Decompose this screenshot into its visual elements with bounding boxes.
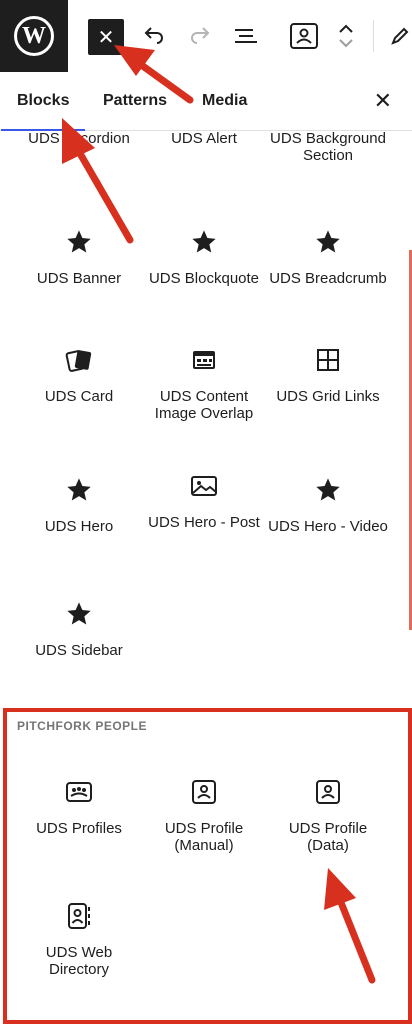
inserter-tabs: Blocks Patterns Media: [0, 72, 412, 131]
block-label: UDS Profile (Manual): [164, 820, 244, 854]
block-label: UDS Accordion: [28, 130, 130, 147]
undo-icon: [144, 27, 163, 44]
star-icon: [67, 478, 91, 501]
contact-book-icon: [68, 903, 90, 929]
block-uds-grid-links[interactable]: UDS Grid Links: [266, 346, 390, 405]
block-label: UDS Web Directory: [45, 944, 113, 978]
block-label: UDS Blockquote: [148, 270, 260, 287]
chevron-up-icon[interactable]: [338, 22, 354, 36]
undo-button[interactable]: [140, 22, 168, 50]
wordpress-logo-button[interactable]: W: [0, 0, 68, 72]
profile-card-icon: [316, 780, 340, 804]
block-label: UDS Sidebar: [35, 642, 123, 659]
block-uds-sidebar[interactable]: UDS Sidebar: [17, 600, 141, 659]
block-uds-web-directory[interactable]: UDS Web Directory: [17, 902, 141, 978]
block-uds-blockquote[interactable]: UDS Blockquote: [142, 228, 266, 287]
block-label: UDS Profile (Data): [288, 820, 368, 854]
block-uds-profile-data[interactable]: UDS Profile (Data): [266, 778, 390, 854]
block-uds-hero[interactable]: UDS Hero: [17, 476, 141, 535]
block-label: UDS Background Section: [270, 130, 386, 164]
block-uds-background-section[interactable]: UDS Background Section: [266, 130, 390, 164]
tab-patterns[interactable]: Patterns: [103, 72, 167, 130]
block-label: UDS Profiles: [36, 820, 122, 837]
image-icon: [191, 476, 217, 496]
redo-icon: [191, 27, 210, 44]
move-block-control[interactable]: [336, 16, 356, 56]
star-icon: [316, 478, 340, 501]
block-label: UDS Banner: [36, 270, 122, 287]
tab-media[interactable]: Media: [202, 72, 247, 130]
block-uds-accordion[interactable]: UDS Accordion: [17, 130, 141, 147]
block-label: UDS Hero: [44, 518, 114, 535]
close-icon: ✕: [97, 26, 115, 49]
block-uds-alert[interactable]: UDS Alert: [142, 130, 266, 147]
chevron-down-icon[interactable]: [338, 36, 354, 50]
wordpress-icon: W: [14, 16, 54, 56]
editor-toolbar: W ✕: [0, 0, 412, 73]
star-icon: [192, 230, 216, 253]
tab-blocks[interactable]: Blocks: [0, 72, 87, 131]
block-label: UDS Alert: [171, 130, 237, 147]
block-label: UDS Grid Links: [276, 388, 380, 405]
people-card-icon: [66, 782, 92, 802]
layout-icon: [193, 351, 215, 369]
star-icon: [67, 602, 91, 625]
block-label: UDS Content Image Overlap: [154, 388, 254, 422]
cards-icon: [65, 350, 92, 372]
profile-card-icon: [290, 23, 318, 49]
block-uds-profile-manual[interactable]: UDS Profile (Manual): [142, 778, 266, 854]
block-uds-content-image-overlap[interactable]: UDS Content Image Overlap: [142, 346, 266, 422]
block-uds-hero-video[interactable]: UDS Hero - Video: [266, 476, 390, 535]
block-uds-banner[interactable]: UDS Banner: [17, 228, 141, 287]
block-uds-profiles[interactable]: UDS Profiles: [17, 778, 141, 837]
section-title: PITCHFORK PEOPLE: [17, 719, 148, 733]
document-overview-button[interactable]: [232, 22, 260, 50]
grid-icon: [317, 349, 339, 371]
star-icon: [67, 230, 91, 253]
star-icon: [316, 230, 340, 253]
list-view-icon: [235, 29, 257, 43]
block-uds-hero-post[interactable]: UDS Hero - Post: [142, 472, 266, 531]
pencil-icon: [391, 27, 409, 45]
block-type-button[interactable]: [287, 20, 321, 52]
block-label: UDS Hero - Video: [268, 518, 388, 535]
toolbar-divider: [373, 20, 374, 52]
tools-button[interactable]: [388, 22, 412, 50]
block-uds-breadcrumb[interactable]: UDS Breadcrumb: [266, 228, 390, 287]
block-label: UDS Breadcrumb: [269, 270, 387, 287]
close-panel-button[interactable]: ✕: [374, 88, 392, 114]
block-label: UDS Card: [44, 388, 114, 405]
profile-card-icon: [192, 780, 216, 804]
redo-button[interactable]: [186, 22, 214, 50]
block-label: UDS Hero - Post: [148, 514, 260, 531]
close-inserter-button[interactable]: ✕: [88, 19, 124, 55]
block-uds-card[interactable]: UDS Card: [17, 346, 141, 405]
